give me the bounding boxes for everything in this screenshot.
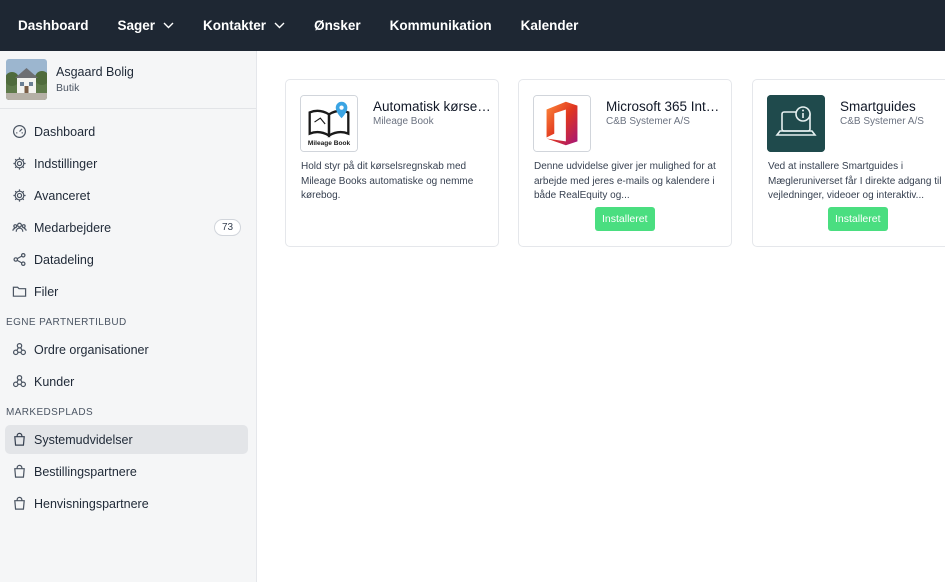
sidebar-item-kunder[interactable]: Kunder [5,367,248,396]
extension-card-mileage-book[interactable]: Mileage Book Automatisk kørselsregnskab … [285,79,499,247]
extension-title: Automatisk kørselsregnskab [373,99,491,114]
extension-description: Hold styr på dit kørselsregnskab med Mil… [301,161,474,201]
nav-kalender[interactable]: Kalender [521,18,579,33]
sidebar-menu: Dashboard Indstillinger Avanceret Medarb… [0,109,256,518]
extension-title: Microsoft 365 Integration [606,99,724,114]
top-navigation: Dashboard Sager Kontakter Ønsker Kommuni… [0,0,945,51]
organization-info: Asgaard Bolig Butik [56,65,134,94]
sidebar-item-label: Datadeling [34,252,94,267]
chevron-down-icon [274,22,285,29]
sidebar-item-avanceret[interactable]: Avanceret [5,181,248,210]
folder-icon [12,284,27,299]
mileage-book-logo-text: Mileage Book [308,140,351,147]
section-label-egne-partnertilbud: EGNE PARTNERTILBUD [6,316,127,328]
bag-icon [12,464,27,479]
sidebar-item-filer[interactable]: Filer [5,277,248,306]
sidebar: Asgaard Bolig Butik Dashboard Indstillin… [0,51,257,582]
nav-dashboard-label: Dashboard [18,18,89,33]
sidebar-item-label: Medarbejdere [34,220,112,235]
installed-button[interactable]: Installeret [595,207,655,231]
sidebar-item-dashboard[interactable]: Dashboard [5,117,248,146]
organization-name: Asgaard Bolig [56,65,134,79]
extensions-grid: Mileage Book Automatisk kørselsregnskab … [257,51,945,582]
sidebar-item-bestillingspartnere[interactable]: Bestillingspartnere [5,457,248,486]
bag-icon [12,496,27,511]
section-label-markedsplads: MARKEDSPLADS [6,406,94,418]
sidebar-item-henvisningspartnere[interactable]: Henvisningspartnere [5,489,248,518]
sidebar-item-indstillinger[interactable]: Indstillinger [5,149,248,178]
nav-kommunikation[interactable]: Kommunikation [390,18,492,33]
share-icon [12,252,27,267]
sidebar-item-ordre-organisationer[interactable]: Ordre organisationer [5,335,248,364]
sidebar-item-label: Avanceret [34,188,91,203]
sidebar-item-medarbejdere[interactable]: Medarbejdere 73 [5,213,248,242]
nav-kontakter-label: Kontakter [203,18,267,33]
sidebar-item-label: Systemudvidelser [34,432,133,447]
extension-vendor: Mileage Book [373,116,434,127]
nav-sager-label: Sager [117,18,156,33]
extension-card-smartguides[interactable]: Smartguides C&B Systemer A/S Ved at inst… [752,79,945,247]
sidebar-item-systemudvidelser[interactable]: Systemudvidelser [5,425,248,454]
sidebar-item-label: Ordre organisationer [34,342,149,357]
nav-onsker[interactable]: Ønsker [314,18,361,33]
nav-sager[interactable]: Sager [118,18,175,33]
sidebar-item-datadeling[interactable]: Datadeling [5,245,248,274]
extension-vendor: C&B Systemer A/S [606,116,690,127]
extension-description: Denne udvidelse giver jer mulighed for a… [534,161,716,201]
network-icon [12,342,27,357]
nav-kontakter[interactable]: Kontakter [203,18,285,33]
smartguides-logo [767,95,825,152]
employee-count-badge: 73 [214,219,241,236]
nav-kalender-label: Kalender [520,18,579,33]
sidebar-item-label: Dashboard [34,124,96,139]
gear-icon [12,156,27,171]
sidebar-item-label: Filer [34,284,59,299]
users-icon [12,220,27,235]
chevron-down-icon [163,22,174,29]
installed-button[interactable]: Installeret [828,207,888,231]
nav-onsker-label: Ønsker [314,18,361,33]
microsoft-office-logo [533,95,591,152]
extension-title: Smartguides [840,99,916,114]
extension-card-microsoft-365[interactable]: Microsoft 365 Integration C&B Systemer A… [518,79,732,247]
gauge-icon [12,124,27,139]
nav-kommunikation-label: Kommunikation [389,18,492,33]
gear-icon [12,188,27,203]
organization-avatar [6,59,47,100]
network-icon [12,374,27,389]
sidebar-item-label: Indstillinger [34,156,98,171]
sidebar-item-label: Henvisningspartnere [34,496,149,511]
nav-dashboard[interactable]: Dashboard [18,18,89,33]
extension-description: Ved at installere Smartguides i Mæglerun… [768,161,942,201]
sidebar-item-label: Bestillingspartnere [34,464,137,479]
extension-vendor: C&B Systemer A/S [840,116,924,127]
sidebar-item-label: Kunder [34,374,75,389]
bag-icon [12,432,27,447]
organization-header[interactable]: Asgaard Bolig Butik [0,51,256,109]
mileage-book-logo: Mileage Book [300,95,358,152]
organization-type: Butik [56,82,80,94]
